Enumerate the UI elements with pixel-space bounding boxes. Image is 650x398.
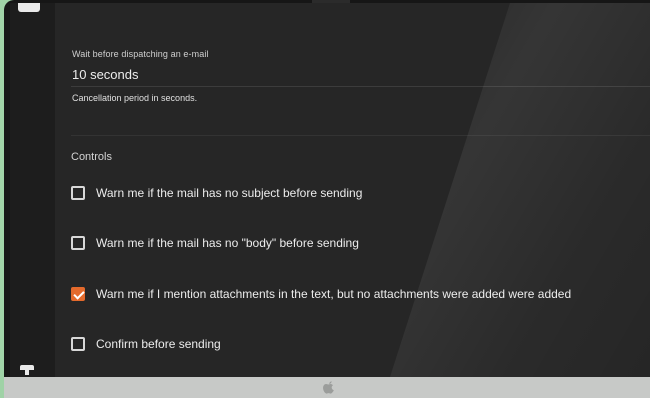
option-confirm-before-sending[interactable]: Confirm before sending	[71, 334, 221, 354]
settings-panel: Wait before dispatching an e-mail 10 sec…	[55, 3, 650, 377]
checkbox-checked[interactable]	[71, 287, 85, 301]
delay-help-text: Cancellation period in seconds.	[72, 93, 198, 103]
sidebar	[10, 3, 55, 377]
checkbox[interactable]	[71, 186, 85, 200]
section-divider	[71, 135, 650, 136]
option-warn-no-subject[interactable]: Warn me if the mail has no subject befor…	[71, 183, 362, 203]
option-label: Confirm before sending	[96, 337, 221, 351]
option-warn-missing-attachments[interactable]: Warn me if I mention attachments in the …	[71, 284, 571, 304]
option-warn-no-body[interactable]: Warn me if the mail has no "body" before…	[71, 233, 359, 253]
pin-icon[interactable]	[20, 365, 34, 375]
delay-field-label: Wait before dispatching an e-mail	[72, 49, 209, 59]
checkmark-icon	[73, 288, 85, 300]
laptop-frame: Wait before dispatching an e-mail 10 sec…	[4, 0, 650, 398]
checkbox[interactable]	[71, 236, 85, 250]
delay-input-underline	[71, 86, 650, 87]
option-label: Warn me if the mail has no "body" before…	[96, 236, 359, 250]
delay-input[interactable]: 10 seconds	[72, 67, 139, 82]
apple-logo-icon	[323, 381, 334, 394]
option-label: Warn me if I mention attachments in the …	[96, 287, 572, 301]
menu-icon[interactable]	[18, 3, 40, 12]
app-screen: Wait before dispatching an e-mail 10 sec…	[10, 3, 650, 377]
bottom-bezel	[4, 377, 650, 398]
option-label: Warn me if the mail has no subject befor…	[96, 186, 363, 200]
controls-heading: Controls	[71, 151, 112, 163]
checkbox[interactable]	[71, 337, 85, 351]
